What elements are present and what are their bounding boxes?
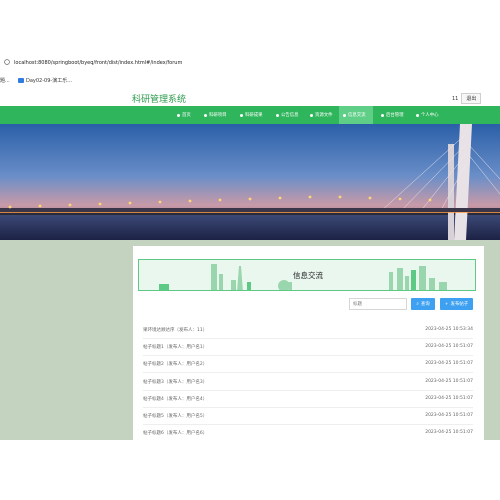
post-row[interactable]: 帖子标题4（发布人：用户名4） 2023-04-25 10:51:07 (143, 396, 473, 406)
plus-icon: + (444, 301, 449, 307)
bridge-night-image (0, 124, 500, 240)
divider (143, 390, 473, 391)
username: 11 (452, 95, 459, 102)
forum-title: 信息交流 (293, 271, 323, 280)
post-title[interactable]: 帖子标题1（发布人：用户名1） (143, 344, 207, 350)
banner-image (0, 124, 500, 240)
user-area: 11 退出 (452, 93, 482, 104)
search-icon: ⌕ (416, 302, 419, 307)
nav-item-files[interactable]: 资源文件 (306, 106, 337, 124)
bookmark-left[interactable]: 題... (0, 77, 10, 84)
forum-header: 信息交流 (138, 259, 476, 291)
info-icon[interactable] (4, 59, 10, 65)
nav-label: 资源文件 (315, 113, 333, 118)
post-date: 2023-04-25 10:51:07 (425, 379, 473, 384)
nav-item-admin[interactable]: 后台管理 (377, 106, 408, 124)
post-row[interactable]: 帖子标题1（发布人：用户名1） 2023-04-25 10:51:07 (143, 344, 473, 354)
nav-item-forum[interactable]: 信息交流 (339, 106, 373, 124)
nav-item-projects[interactable]: 科研项目 (200, 106, 231, 124)
site-title: 科研管理系统 (132, 95, 187, 105)
search-button[interactable]: ⌕ 查询 (411, 298, 435, 310)
notice-icon (276, 113, 279, 117)
post-row[interactable]: 帖子标题3（发布人：用户名3） 2023-04-25 10:51:07 (143, 379, 473, 389)
post-date: 2023-04-25 10:51:07 (425, 396, 473, 401)
forum-icon (343, 113, 346, 117)
project-icon (204, 113, 207, 117)
divider (143, 372, 473, 373)
post-title[interactable]: 帖子标题5（发布人：用户名5） (143, 413, 207, 419)
exit-button[interactable]: 退出 (461, 93, 482, 104)
search-button-label: 查询 (420, 302, 430, 307)
post-title[interactable]: 帖子标题6（发布人：用户名6） (143, 430, 207, 436)
folder-icon (18, 78, 24, 83)
nav-item-achievements[interactable]: 科研成果 (236, 106, 267, 124)
bookmarks-bar: 題... Day02-09-演工乐... (0, 74, 500, 89)
add-post-label: 发布帖子 (450, 302, 469, 307)
nav-item-notices[interactable]: 公告信息 (272, 106, 303, 124)
post-title[interactable]: 帖子标题2（发布人：用户名2） (143, 361, 207, 367)
file-icon (310, 113, 313, 117)
search-input[interactable] (349, 298, 407, 310)
nav-label: 科研成果 (245, 113, 263, 118)
divider (143, 355, 473, 356)
post-date: 2023-04-25 10:53:34 (425, 327, 473, 332)
divider (143, 424, 473, 425)
nav-label: 首页 (182, 113, 191, 118)
browser-address-bar: localhost:8080/springboot/byeq/front/dis… (0, 0, 500, 75)
nav-label: 科研项目 (209, 113, 227, 118)
nav-item-profile[interactable]: 个人中心 (412, 106, 443, 124)
url-text[interactable]: localhost:8080/springboot/byeq/front/dis… (14, 60, 182, 66)
nav-label: 信息交流 (348, 113, 366, 118)
post-date: 2023-04-25 10:51:07 (425, 344, 473, 349)
nav-label: 个人中心 (421, 113, 439, 118)
post-title[interactable]: 果环境达顾达序（发布人：11） (143, 327, 207, 333)
nav-label: 后台管理 (386, 113, 404, 118)
post-row[interactable]: 果环境达顾达序（发布人：11） 2023-04-25 10:53:34 (143, 327, 473, 337)
post-date: 2023-04-25 10:51:07 (425, 361, 473, 366)
divider (143, 338, 473, 339)
nav-item-home[interactable]: 首页 (173, 106, 195, 124)
achievement-icon (240, 113, 243, 117)
post-title[interactable]: 帖子标题4（发布人：用户名4） (143, 396, 207, 402)
post-title[interactable]: 帖子标题3（发布人：用户名3） (143, 379, 207, 385)
admin-icon (381, 113, 384, 117)
post-date: 2023-04-25 10:51:07 (425, 413, 473, 418)
post-row[interactable]: 帖子标题2（发布人：用户名2） 2023-04-25 10:51:07 (143, 361, 473, 371)
post-row[interactable]: 帖子标题6（发布人：用户名6） 2023-04-25 10:51:07 (143, 430, 473, 440)
add-post-button[interactable]: + 发布帖子 (440, 298, 473, 310)
post-row[interactable]: 帖子标题5（发布人：用户名5） 2023-04-25 10:51:07 (143, 413, 473, 423)
page-background-lower (0, 440, 500, 500)
user-icon (416, 113, 419, 117)
main-nav: 首页 科研项目 科研成果 公告信息 资源文件 信息交流 后台管理 个人中心 (0, 106, 500, 124)
home-icon (177, 113, 180, 117)
post-date: 2023-04-25 10:51:07 (425, 430, 473, 435)
site-header (0, 88, 500, 106)
bookmark-item[interactable]: Day02-09-演工乐... (18, 77, 72, 84)
divider (143, 407, 473, 408)
bookmark-label: Day02-09-演工乐... (26, 78, 72, 84)
nav-label: 公告信息 (281, 113, 299, 118)
